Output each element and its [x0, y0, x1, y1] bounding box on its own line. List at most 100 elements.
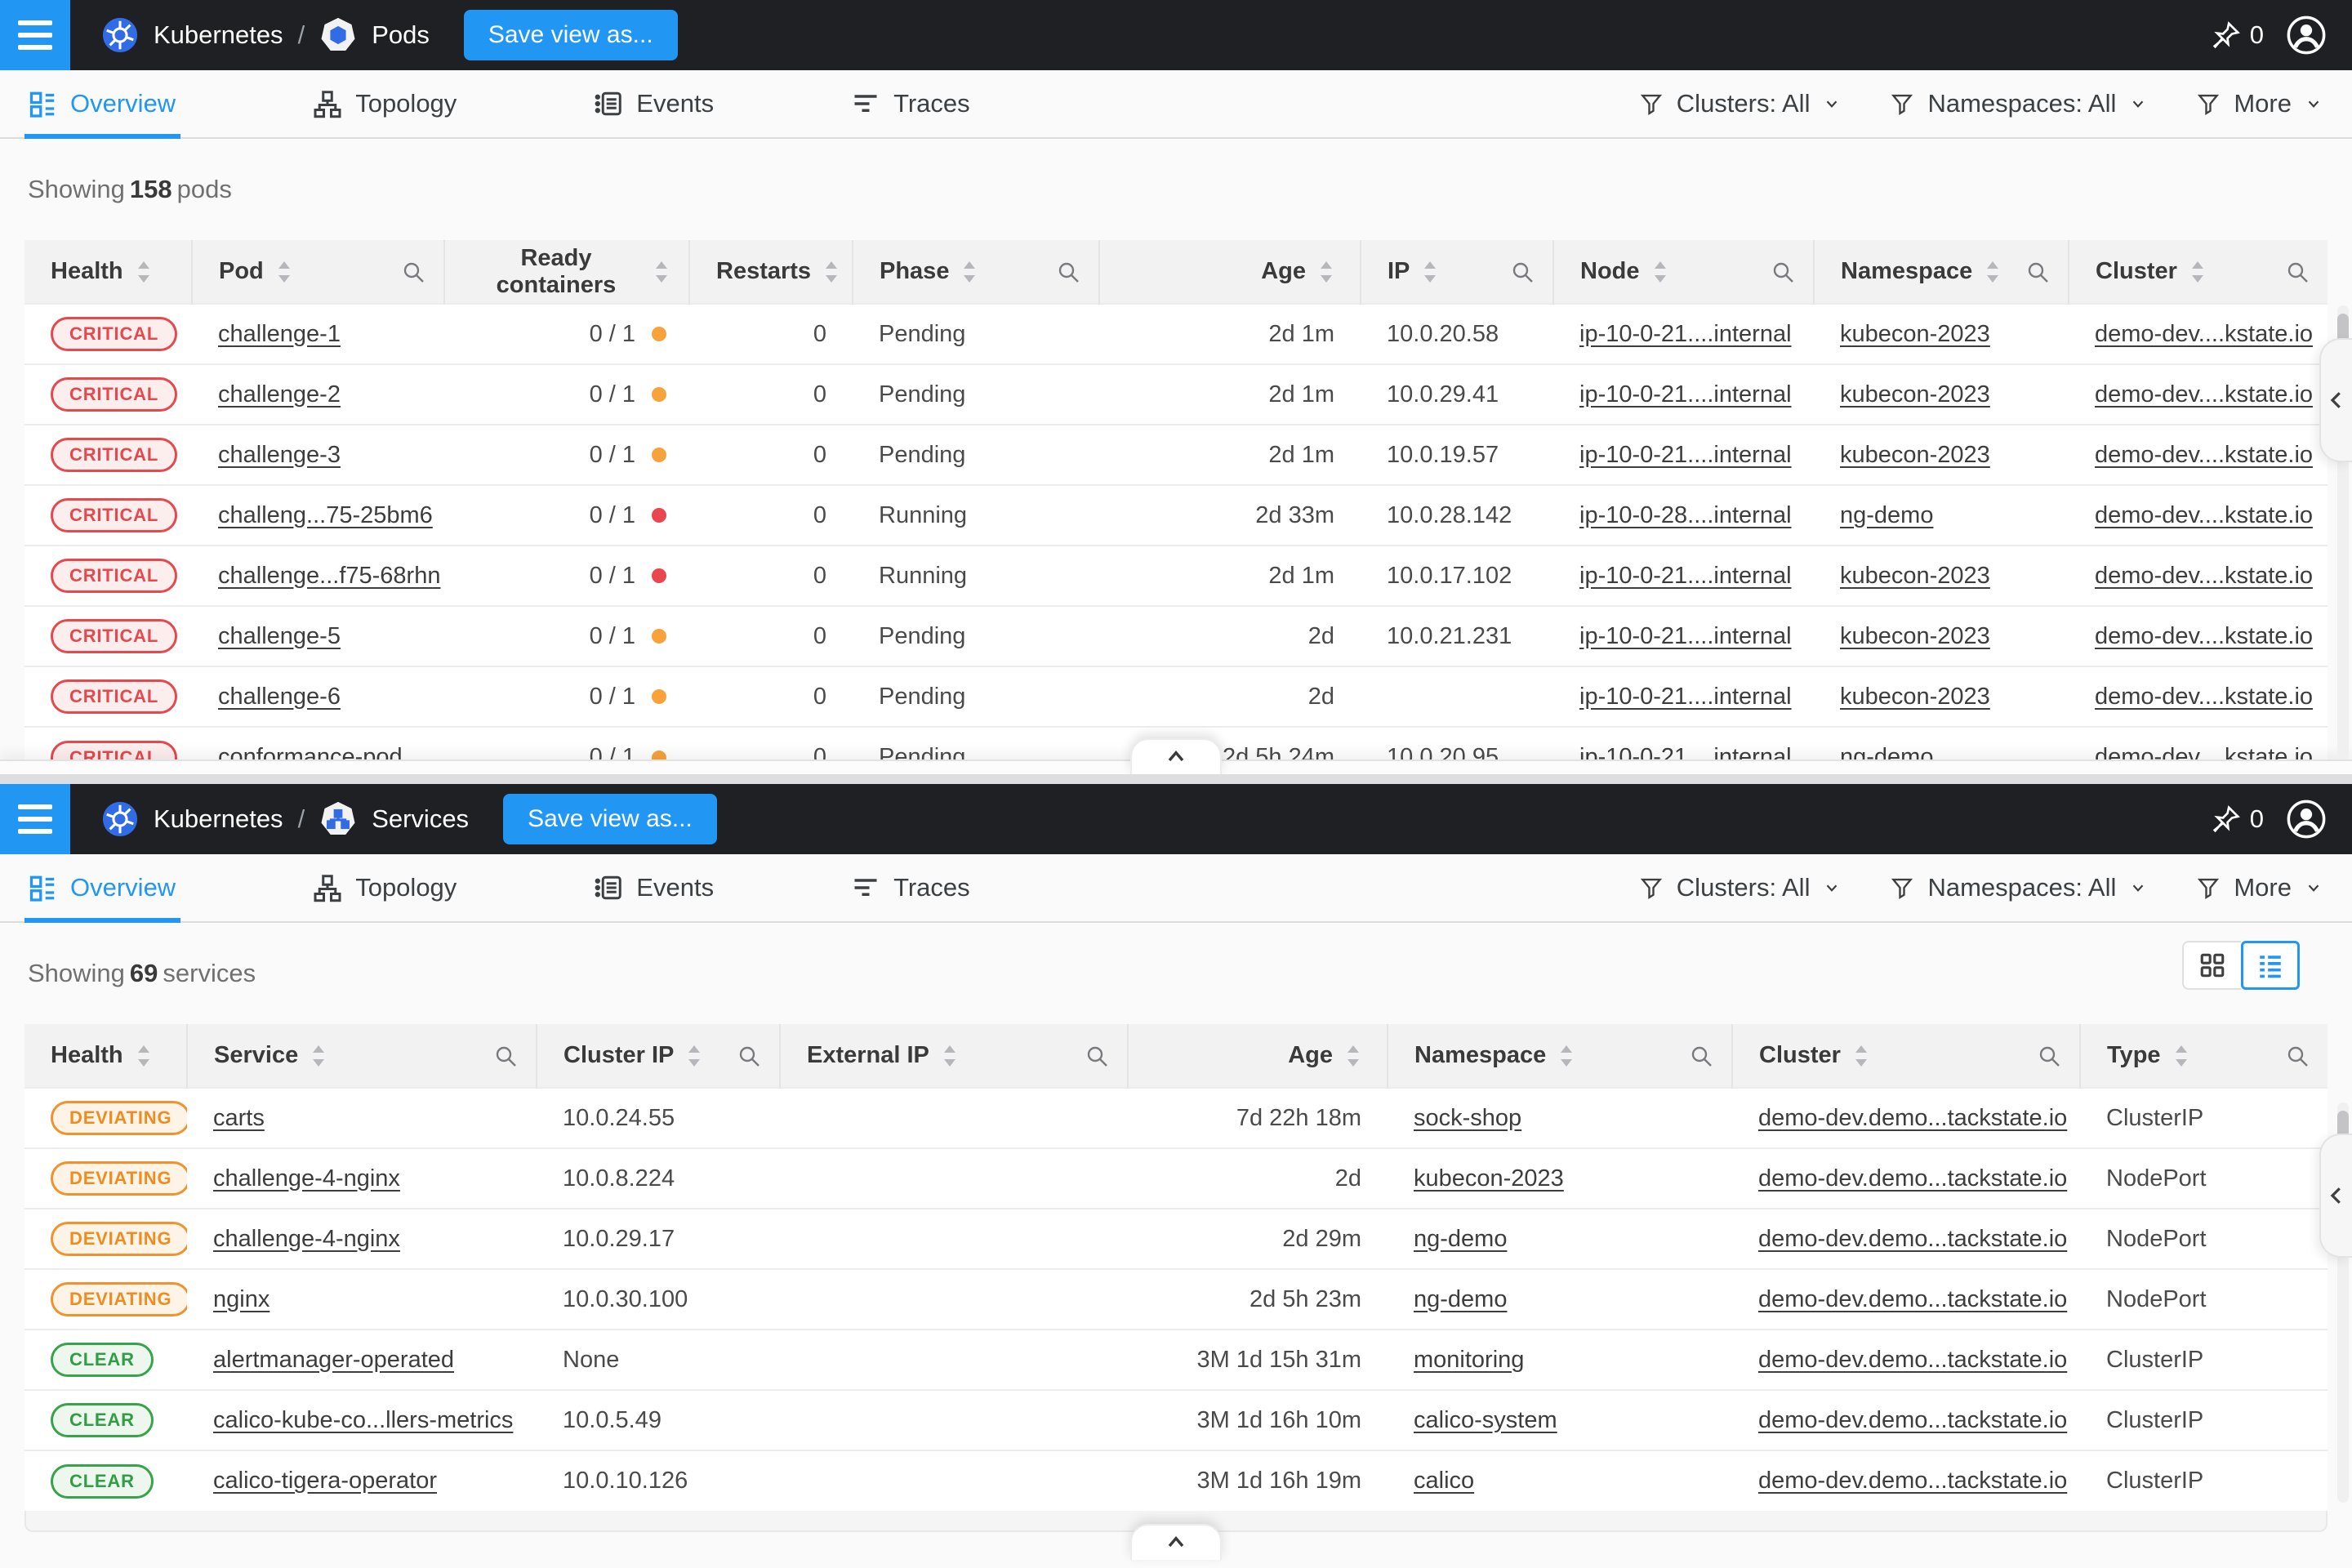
node-link[interactable]: ip-10-0-21....internal	[1579, 563, 1792, 589]
pod-link[interactable]: challenge-3	[218, 442, 341, 468]
tab-topology[interactable]: Topology	[313, 854, 457, 921]
service-link[interactable]: challenge-4-nginx	[213, 1165, 400, 1192]
cluster-link[interactable]: demo-dev....kstate.io	[2095, 442, 2313, 468]
column-header-external_ip[interactable]: External IP	[781, 1042, 1127, 1069]
search-icon[interactable]	[2037, 1044, 2061, 1068]
service-link[interactable]: calico-tigera-operator	[213, 1468, 437, 1494]
right-panel-handle[interactable]	[2319, 338, 2352, 462]
column-header-ready[interactable]: Ready containers	[445, 245, 688, 299]
collapse-table-button[interactable]	[1130, 1524, 1222, 1560]
sort-icon[interactable]	[822, 259, 840, 285]
column-header-pod[interactable]: Pod	[193, 258, 443, 285]
sort-icon[interactable]	[2172, 1043, 2190, 1069]
cluster-link[interactable]: demo-dev.demo...tackstate.io	[1758, 1468, 2067, 1494]
search-icon[interactable]	[1771, 260, 1795, 284]
sort-icon[interactable]	[941, 1043, 959, 1069]
list-view-icon[interactable]	[2241, 941, 2300, 990]
column-header-health[interactable]: Health	[24, 258, 191, 285]
filter-clusters[interactable]: Clusters: All	[1639, 873, 1842, 902]
search-icon[interactable]	[1056, 260, 1080, 284]
service-link[interactable]: calico-kube-co...llers-metrics	[213, 1407, 513, 1433]
menu-icon[interactable]	[0, 784, 70, 854]
namespace-link[interactable]: kubecon-2023	[1840, 563, 1990, 589]
cluster-link[interactable]: demo-dev....kstate.io	[2095, 321, 2313, 347]
namespace-link[interactable]: calico-system	[1414, 1407, 1557, 1433]
right-panel-handle[interactable]	[2319, 1134, 2352, 1258]
namespace-link[interactable]: ng-demo	[1414, 1286, 1507, 1312]
filter-namespaces[interactable]: Namespaces: All	[1890, 873, 2147, 902]
sort-icon[interactable]	[1852, 1043, 1870, 1069]
sort-icon[interactable]	[1651, 259, 1669, 285]
column-header-health[interactable]: Health	[24, 1042, 186, 1069]
search-icon[interactable]	[401, 260, 425, 284]
namespace-link[interactable]: monitoring	[1414, 1347, 1524, 1373]
avatar[interactable]	[2285, 798, 2328, 840]
tab-topology[interactable]: Topology	[313, 70, 457, 137]
pod-link[interactable]: challenge...f75-68rhn	[218, 563, 440, 589]
tab-overview[interactable]: Overview	[28, 854, 176, 921]
sort-icon[interactable]	[1344, 1043, 1362, 1069]
column-header-cluster[interactable]: Cluster	[2069, 258, 2328, 285]
column-header-namespace[interactable]: Namespace	[1388, 1042, 1731, 1069]
pod-link[interactable]: challenge-6	[218, 684, 341, 710]
cluster-link[interactable]: demo-dev....kstate.io	[2095, 684, 2313, 710]
namespace-link[interactable]: sock-shop	[1414, 1105, 1521, 1131]
sort-icon[interactable]	[653, 259, 670, 285]
node-link[interactable]: ip-10-0-21....internal	[1579, 684, 1792, 710]
sort-icon[interactable]	[135, 1043, 153, 1069]
cluster-link[interactable]: demo-dev....kstate.io	[2095, 563, 2313, 589]
column-header-phase[interactable]: Phase	[853, 258, 1098, 285]
sort-icon[interactable]	[685, 1043, 703, 1069]
breadcrumb-view[interactable]: Services	[372, 804, 469, 834]
cluster-link[interactable]: demo-dev.demo...tackstate.io	[1758, 1165, 2067, 1192]
filter-more[interactable]: More	[2196, 873, 2323, 902]
namespace-link[interactable]: kubecon-2023	[1840, 684, 1990, 710]
service-link[interactable]: carts	[213, 1105, 265, 1131]
filter-more[interactable]: More	[2196, 89, 2323, 118]
tab-events[interactable]: Events	[594, 70, 714, 137]
search-icon[interactable]	[493, 1044, 518, 1068]
tab-events[interactable]: Events	[594, 854, 714, 921]
cluster-link[interactable]: demo-dev....kstate.io	[2095, 502, 2313, 528]
sort-icon[interactable]	[1984, 259, 2002, 285]
pod-link[interactable]: challenge-1	[218, 321, 341, 347]
cluster-link[interactable]: demo-dev.demo...tackstate.io	[1758, 1226, 2067, 1252]
cluster-link[interactable]: demo-dev.demo...tackstate.io	[1758, 1347, 2067, 1373]
search-icon[interactable]	[2285, 1044, 2310, 1068]
search-icon[interactable]	[1510, 260, 1535, 284]
sort-icon[interactable]	[2189, 259, 2207, 285]
search-icon[interactable]	[1689, 1044, 1713, 1068]
column-header-cluster_ip[interactable]: Cluster IP	[537, 1042, 779, 1069]
sort-icon[interactable]	[275, 259, 293, 285]
cluster-link[interactable]: demo-dev....kstate.io	[2095, 623, 2313, 649]
namespace-link[interactable]: kubecon-2023	[1414, 1165, 1564, 1192]
sort-icon[interactable]	[1317, 259, 1335, 285]
service-link[interactable]: alertmanager-operated	[213, 1347, 454, 1373]
namespace-link[interactable]: ng-demo	[1840, 502, 1933, 528]
menu-icon[interactable]	[0, 0, 70, 70]
node-link[interactable]: ip-10-0-21....internal	[1579, 623, 1792, 649]
node-link[interactable]: ip-10-0-21....internal	[1579, 381, 1792, 408]
column-header-ip[interactable]: IP	[1361, 258, 1552, 285]
avatar[interactable]	[2285, 14, 2328, 56]
column-header-type[interactable]: Type	[2081, 1042, 2328, 1069]
node-link[interactable]: ip-10-0-21....internal	[1579, 321, 1792, 347]
breadcrumb-view[interactable]: Pods	[372, 20, 430, 50]
sort-icon[interactable]	[1557, 1043, 1575, 1069]
namespace-link[interactable]: kubecon-2023	[1840, 321, 1990, 347]
save-view-as-button[interactable]: Save view as...	[503, 794, 717, 844]
filter-clusters[interactable]: Clusters: All	[1639, 89, 1842, 118]
pod-link[interactable]: challenge-5	[218, 623, 341, 649]
pod-link[interactable]: challeng...75-25bm6	[218, 502, 433, 528]
column-header-age[interactable]: Age	[1129, 1042, 1387, 1069]
tab-traces[interactable]: Traces	[851, 70, 970, 137]
sort-icon[interactable]	[960, 259, 978, 285]
grid-view-icon[interactable]	[2182, 941, 2241, 990]
search-icon[interactable]	[737, 1044, 761, 1068]
collapse-table-button[interactable]	[1130, 738, 1222, 774]
service-link[interactable]: challenge-4-nginx	[213, 1226, 400, 1252]
tab-traces[interactable]: Traces	[851, 854, 970, 921]
sort-icon[interactable]	[310, 1043, 327, 1069]
column-header-namespace[interactable]: Namespace	[1815, 258, 2068, 285]
cluster-link[interactable]: demo-dev.demo...tackstate.io	[1758, 1105, 2067, 1131]
